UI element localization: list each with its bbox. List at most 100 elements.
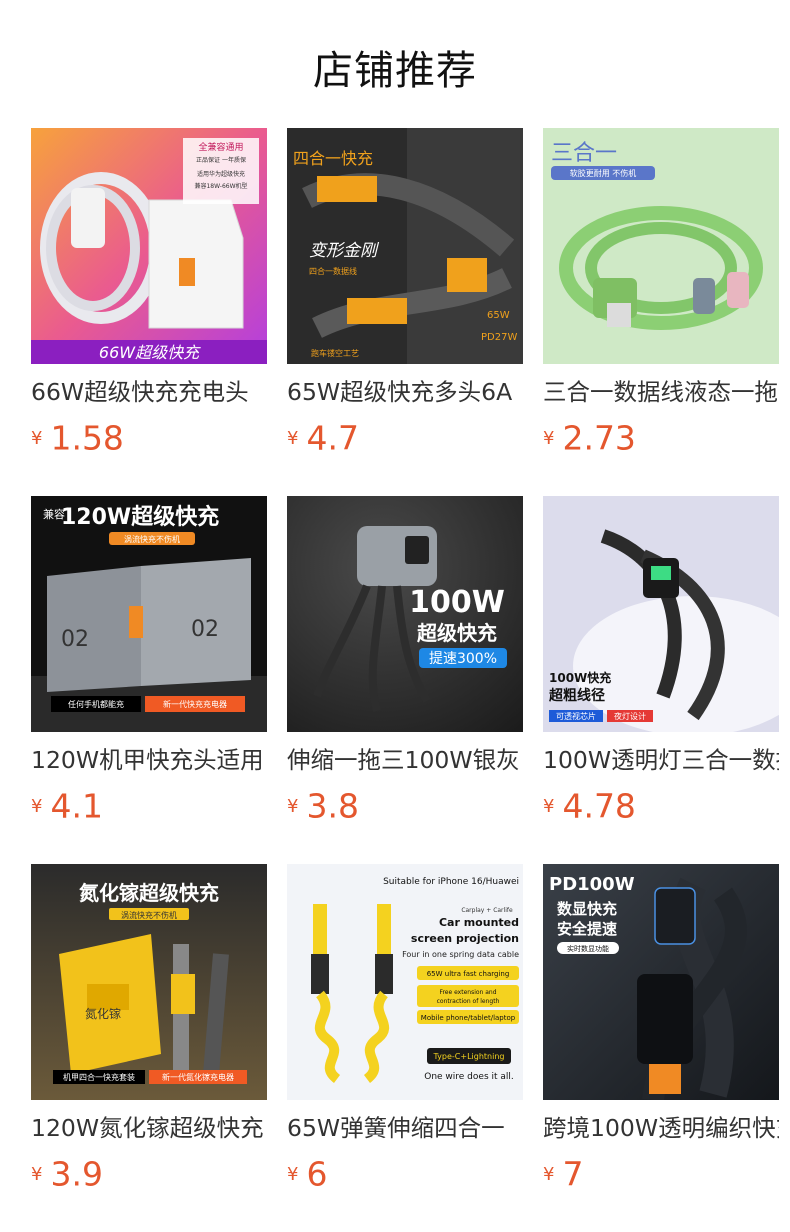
product-name[interactable]: 跨境100W透明编织快充 [543,1113,779,1143]
currency-symbol: ¥ [543,795,555,817]
product-card[interactable]: Suitable for iPhone 16/Huawei Carplay + … [287,864,523,1224]
image-text: 涡流快充不伤机 [121,910,177,920]
image-text: 100W [409,585,505,620]
image-text: 正品保证 一年质保 [196,156,246,164]
image-text: 三合一 [551,141,617,166]
price-value: 3.9 [50,1154,103,1194]
currency-symbol: ¥ [31,795,43,817]
price-value: 4.7 [306,418,359,458]
image-text: 四合一快充 [293,149,373,168]
image-text: 氮化镓 [85,1006,121,1021]
product-image[interactable]: PD100W 数显快充 安全提速 实时数显功能 [543,864,779,1100]
image-text: Free extension and [439,989,496,996]
image-text: 兼容18W-66W机型 [194,182,247,190]
price-value: 6 [306,1154,328,1194]
svg-text:02: 02 [191,617,219,642]
currency-symbol: ¥ [287,427,299,449]
page-title: 店铺推荐 [313,48,477,94]
image-text: 夜灯设计 [614,711,646,721]
product-card[interactable]: 全兼容通用 正品保证 一年质保 适用华为超级快充 兼容18W-66W机型 66W… [31,128,267,488]
image-text: Four in one spring data cable [402,950,519,959]
image-text: PD100W [549,874,635,895]
image-text: Carplay + Carlife [461,907,513,914]
product-image[interactable]: 三合一 软胶更耐用 不伤机 [543,128,779,364]
image-text: 安全提速 [557,920,617,938]
image-text: 66W超级快充 [99,343,201,362]
image-text: contraction of length [437,998,500,1005]
product-price: ¥6 [287,1154,327,1195]
image-text: 适用华为超级快充 [197,170,245,178]
image-text: 超级快充 [416,621,497,645]
product-card[interactable]: 100W快充 超粗线径 可透视芯片 夜灯设计 100W透明灯三合一数据线 ¥4.… [543,496,779,856]
price-value: 7 [562,1154,584,1194]
currency-symbol: ¥ [287,795,299,817]
image-text: Type-C+Lightning [433,1052,505,1061]
image-text: Car mounted [439,916,519,929]
product-name[interactable]: 三合一数据线液态一拖三 [543,377,779,407]
price-value: 3.8 [306,786,359,826]
product-image[interactable]: Suitable for iPhone 16/Huawei Carplay + … [287,864,523,1100]
image-text: 100W快充 [549,670,611,685]
price-value: 1.58 [50,418,124,458]
image-text: Suitable for iPhone 16/Huawei [383,877,519,887]
product-card[interactable]: 三合一 软胶更耐用 不伤机 三合一数据线液态一拖三 ¥2.73 [543,128,779,488]
product-card[interactable]: 氮化镓 氮化镓超级快充 涡流快充不伤机 机甲四合一快充套装 新一代氮化镓充电器 … [31,864,267,1224]
product-name[interactable]: 伸缩一拖三100W银灰 [287,745,523,775]
product-price: ¥3.9 [31,1154,103,1195]
price-value: 4.1 [50,786,103,826]
image-text: One wire does it all. [424,1072,514,1082]
image-text: Mobile phone/tablet/laptop [421,1014,516,1022]
product-card[interactable]: 四合一快充 变形金刚 四合一数据线 65W PD27W 跑车镂空工艺 65W超级… [287,128,523,488]
product-image[interactable]: 氮化镓 氮化镓超级快充 涡流快充不伤机 机甲四合一快充套装 新一代氮化镓充电器 [31,864,267,1100]
product-price: ¥1.58 [31,418,124,459]
image-text: 机甲四合一快充套装 [63,1072,135,1082]
product-price: ¥2.73 [543,418,636,459]
image-text: 65W ultra fast charging [427,970,510,978]
product-image[interactable]: 四合一快充 变形金刚 四合一数据线 65W PD27W 跑车镂空工艺 [287,128,523,364]
svg-text:02: 02 [61,627,89,652]
product-card[interactable]: 100W 超级快充 提速300% 伸缩一拖三100W银灰 ¥3.8 [287,496,523,856]
image-text: PD27W [481,332,517,343]
image-text: 全兼容通用 [198,141,243,153]
currency-symbol: ¥ [543,1163,555,1185]
image-text: 可透视芯片 [556,711,596,721]
product-price: ¥4.1 [31,786,103,827]
image-text: 超粗线径 [548,687,605,704]
product-price: ¥4.7 [287,418,359,459]
product-name[interactable]: 120W机甲快充头适用 [31,745,267,775]
image-text: 软胶更耐用 不伤机 [570,168,637,178]
product-image[interactable]: 02 02 兼容 120W超级快充 涡流快充不伤机 任何手机都能充 新一代快充充… [31,496,267,732]
product-price: ¥4.78 [543,786,636,827]
image-text: 65W [487,310,510,321]
product-name[interactable]: 66W超级快充充电头 [31,377,267,407]
product-name[interactable]: 100W透明灯三合一数据线 [543,745,779,775]
image-text: 跑车镂空工艺 [311,348,359,358]
product-card[interactable]: 02 02 兼容 120W超级快充 涡流快充不伤机 任何手机都能充 新一代快充充… [31,496,267,856]
product-image[interactable]: 100W 超级快充 提速300% [287,496,523,732]
image-text: 涡流快充不伤机 [124,534,180,544]
currency-symbol: ¥ [543,427,555,449]
image-text: 新一代氮化镓充电器 [162,1072,234,1082]
image-text: 变形金刚 [309,241,380,261]
price-value: 2.73 [562,418,636,458]
product-name[interactable]: 120W氮化镓超级快充 [31,1113,267,1143]
product-card[interactable]: PD100W 数显快充 安全提速 实时数显功能 跨境100W透明编织快充 ¥7 [543,864,779,1224]
product-name[interactable]: 65W弹簧伸缩四合一 [287,1113,523,1143]
image-text: 实时数显功能 [567,944,609,953]
image-text: 提速300% [429,651,497,667]
product-image[interactable]: 100W快充 超粗线径 可透视芯片 夜灯设计 [543,496,779,732]
product-price: ¥7 [543,1154,583,1195]
image-text: 氮化镓超级快充 [79,881,219,905]
product-name[interactable]: 65W超级快充多头6A [287,377,523,407]
price-value: 4.78 [562,786,636,826]
product-price: ¥3.8 [287,786,359,827]
image-text: 任何手机都能充 [68,699,124,709]
product-image[interactable]: 全兼容通用 正品保证 一年质保 适用华为超级快充 兼容18W-66W机型 66W… [31,128,267,364]
image-text: 四合一数据线 [309,266,357,276]
image-text: 120W超级快充 [61,504,219,530]
image-text: 新一代快充充电器 [163,699,227,709]
image-text: 数显快充 [557,900,617,918]
image-text: screen projection [411,932,519,945]
currency-symbol: ¥ [31,1163,43,1185]
currency-symbol: ¥ [31,427,43,449]
